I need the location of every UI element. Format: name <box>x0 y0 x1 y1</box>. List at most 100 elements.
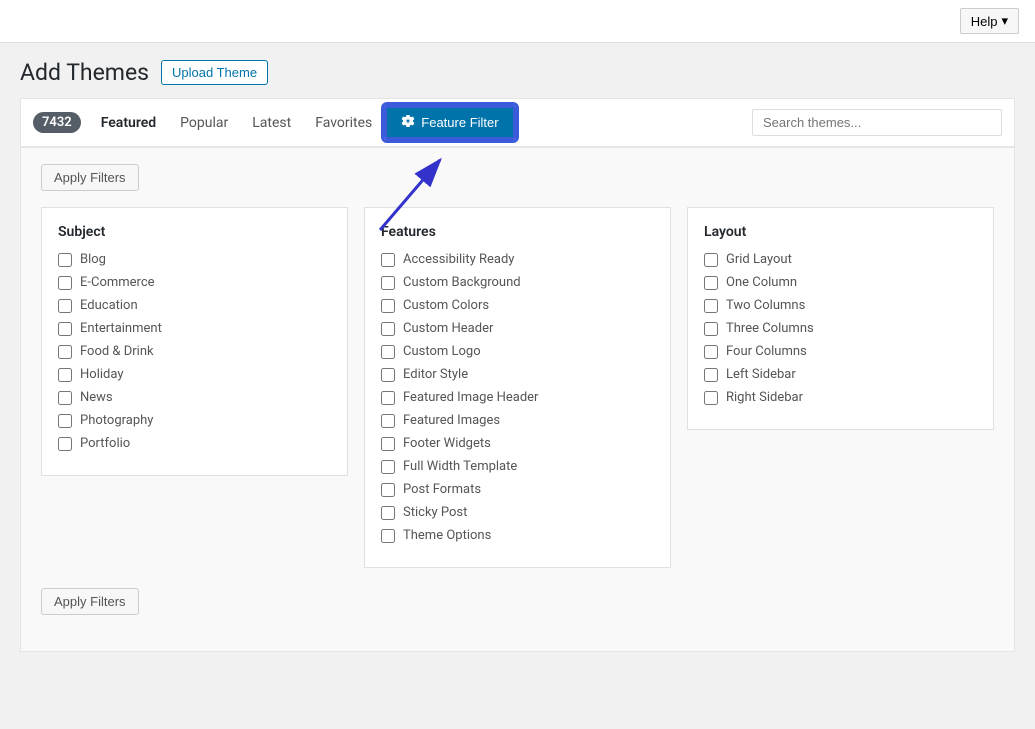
checkbox-post-formats[interactable]: Post Formats <box>381 482 654 497</box>
checkbox-footer-widgets[interactable]: Footer Widgets <box>381 436 654 451</box>
checkbox-accessibility-input[interactable] <box>381 253 395 267</box>
checkbox-two-columns[interactable]: Two Columns <box>704 298 977 313</box>
checkbox-photography[interactable]: Photography <box>58 413 331 428</box>
checkbox-one-column-label: One Column <box>726 275 797 290</box>
apply-filters-bottom-button[interactable]: Apply Filters <box>41 588 139 615</box>
checkbox-left-sidebar[interactable]: Left Sidebar <box>704 367 977 382</box>
feature-filter-button[interactable]: Feature Filter <box>384 105 515 140</box>
checkbox-holiday[interactable]: Holiday <box>58 367 331 382</box>
tab-featured[interactable]: Featured <box>89 101 168 145</box>
checkbox-ecommerce-label: E-Commerce <box>80 275 155 290</box>
checkbox-portfolio[interactable]: Portfolio <box>58 436 331 451</box>
checkbox-featured-image-header[interactable]: Featured Image Header <box>381 390 654 405</box>
nav-container: 7432 Featured Popular Latest Favorites F… <box>20 98 1015 147</box>
checkbox-left-sidebar-input[interactable] <box>704 368 718 382</box>
checkbox-news[interactable]: News <box>58 390 331 405</box>
checkbox-blog-label: Blog <box>80 252 106 267</box>
page-header: Add Themes Upload Theme <box>20 59 1015 86</box>
checkbox-custom-logo-input[interactable] <box>381 345 395 359</box>
search-input[interactable] <box>752 109 1002 136</box>
checkbox-entertainment-input[interactable] <box>58 322 72 336</box>
subject-panel: Subject Blog E-Commerce Education Entert… <box>41 207 348 476</box>
checkbox-education-input[interactable] <box>58 299 72 313</box>
checkbox-custom-bg[interactable]: Custom Background <box>381 275 654 290</box>
checkbox-holiday-input[interactable] <box>58 368 72 382</box>
checkbox-accessibility[interactable]: Accessibility Ready <box>381 252 654 267</box>
checkbox-ecommerce[interactable]: E-Commerce <box>58 275 331 290</box>
checkbox-grid-layout-input[interactable] <box>704 253 718 267</box>
checkbox-full-width[interactable]: Full Width Template <box>381 459 654 474</box>
checkbox-custom-bg-input[interactable] <box>381 276 395 290</box>
checkbox-one-column-input[interactable] <box>704 276 718 290</box>
checkbox-portfolio-input[interactable] <box>58 437 72 451</box>
checkbox-accessibility-label: Accessibility Ready <box>403 252 514 267</box>
checkbox-news-label: News <box>80 390 113 405</box>
checkbox-post-formats-input[interactable] <box>381 483 395 497</box>
features-title: Features <box>381 224 654 240</box>
checkbox-editor-style-label: Editor Style <box>403 367 468 382</box>
checkbox-four-columns-input[interactable] <box>704 345 718 359</box>
checkbox-custom-header[interactable]: Custom Header <box>381 321 654 336</box>
apply-filters-top-button[interactable]: Apply Filters <box>41 164 139 191</box>
filters-section: Apply Filters Subject Blog E-Commerce Ed… <box>20 147 1015 652</box>
checkbox-right-sidebar[interactable]: Right Sidebar <box>704 390 977 405</box>
checkbox-custom-header-input[interactable] <box>381 322 395 336</box>
checkbox-blog-input[interactable] <box>58 253 72 267</box>
checkbox-two-columns-input[interactable] <box>704 299 718 313</box>
checkbox-left-sidebar-label: Left Sidebar <box>726 367 796 382</box>
tab-latest[interactable]: Latest <box>240 101 303 145</box>
checkbox-editor-style-input[interactable] <box>381 368 395 382</box>
top-bar: Help ▾ <box>0 0 1035 43</box>
checkbox-entertainment-label: Entertainment <box>80 321 162 336</box>
checkbox-featured-image-header-input[interactable] <box>381 391 395 405</box>
checkbox-custom-colors-label: Custom Colors <box>403 298 489 313</box>
checkbox-footer-widgets-label: Footer Widgets <box>403 436 491 451</box>
features-panel: Features Accessibility Ready Custom Back… <box>364 207 671 568</box>
checkbox-three-columns-input[interactable] <box>704 322 718 336</box>
checkbox-grid-layout[interactable]: Grid Layout <box>704 252 977 267</box>
checkbox-footer-widgets-input[interactable] <box>381 437 395 451</box>
checkbox-four-columns-label: Four Columns <box>726 344 807 359</box>
checkbox-custom-header-label: Custom Header <box>403 321 493 336</box>
checkbox-grid-layout-label: Grid Layout <box>726 252 792 267</box>
help-label: Help <box>971 14 998 29</box>
checkbox-right-sidebar-input[interactable] <box>704 391 718 405</box>
checkbox-theme-options[interactable]: Theme Options <box>381 528 654 543</box>
checkbox-sticky-post[interactable]: Sticky Post <box>381 505 654 520</box>
checkbox-sticky-post-input[interactable] <box>381 506 395 520</box>
help-button[interactable]: Help ▾ <box>960 8 1019 34</box>
checkbox-food-drink-input[interactable] <box>58 345 72 359</box>
checkbox-education-label: Education <box>80 298 138 313</box>
checkbox-full-width-label: Full Width Template <box>403 459 517 474</box>
checkbox-food-drink-label: Food & Drink <box>80 344 154 359</box>
checkbox-news-input[interactable] <box>58 391 72 405</box>
checkbox-full-width-input[interactable] <box>381 460 395 474</box>
checkbox-custom-colors[interactable]: Custom Colors <box>381 298 654 313</box>
checkbox-theme-options-input[interactable] <box>381 529 395 543</box>
checkbox-featured-images-input[interactable] <box>381 414 395 428</box>
checkbox-photography-input[interactable] <box>58 414 72 428</box>
checkbox-custom-logo[interactable]: Custom Logo <box>381 344 654 359</box>
checkbox-featured-images-label: Featured Images <box>403 413 500 428</box>
checkbox-entertainment[interactable]: Entertainment <box>58 321 331 336</box>
checkbox-three-columns-label: Three Columns <box>726 321 814 336</box>
checkbox-featured-image-header-label: Featured Image Header <box>403 390 538 405</box>
checkbox-custom-colors-input[interactable] <box>381 299 395 313</box>
checkbox-four-columns[interactable]: Four Columns <box>704 344 977 359</box>
checkbox-one-column[interactable]: One Column <box>704 275 977 290</box>
checkbox-ecommerce-input[interactable] <box>58 276 72 290</box>
chevron-down-icon: ▾ <box>1001 13 1008 29</box>
layout-panel: Layout Grid Layout One Column Two Column… <box>687 207 994 430</box>
checkbox-three-columns[interactable]: Three Columns <box>704 321 977 336</box>
checkbox-portfolio-label: Portfolio <box>80 436 130 451</box>
upload-theme-button[interactable]: Upload Theme <box>161 60 268 85</box>
tab-favorites[interactable]: Favorites <box>303 101 384 145</box>
checkbox-blog[interactable]: Blog <box>58 252 331 267</box>
checkbox-holiday-label: Holiday <box>80 367 123 382</box>
checkbox-featured-images[interactable]: Featured Images <box>381 413 654 428</box>
checkbox-right-sidebar-label: Right Sidebar <box>726 390 803 405</box>
checkbox-editor-style[interactable]: Editor Style <box>381 367 654 382</box>
checkbox-food-drink[interactable]: Food & Drink <box>58 344 331 359</box>
tab-popular[interactable]: Popular <box>168 101 240 145</box>
checkbox-education[interactable]: Education <box>58 298 331 313</box>
